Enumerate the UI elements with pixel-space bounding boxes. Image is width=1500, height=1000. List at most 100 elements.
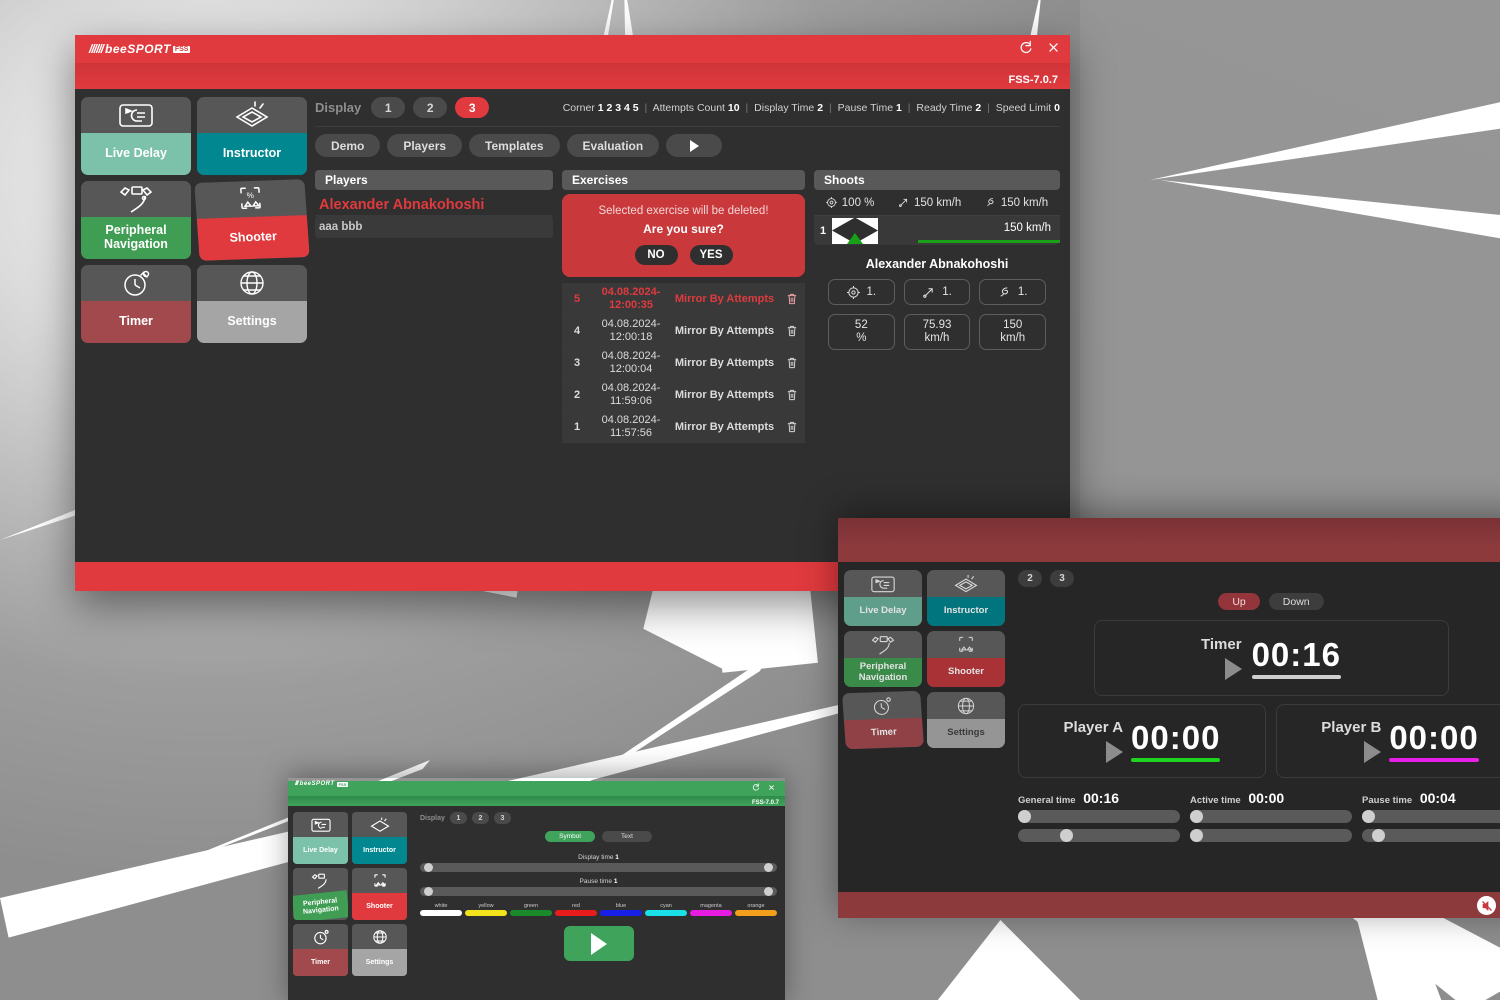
- direction-down-button[interactable]: Down: [1268, 593, 1324, 610]
- slider-knob[interactable]: [1371, 829, 1385, 842]
- play-icon[interactable]: [1224, 658, 1242, 680]
- sidebar-item-instructor[interactable]: Instructor: [352, 812, 407, 864]
- slider-knob[interactable]: [1362, 810, 1375, 823]
- svg-text:%: %: [246, 191, 254, 200]
- table-row[interactable]: 5 04.08.2024-12:00:35 Mirror By Attempts: [562, 283, 805, 315]
- play-icon[interactable]: [1106, 741, 1124, 763]
- display-time-slider[interactable]: [420, 863, 777, 872]
- sidebar-item-settings[interactable]: Settings: [927, 692, 1005, 748]
- direction-up-button[interactable]: Up: [1218, 593, 1260, 610]
- delete-exercise-button[interactable]: [779, 389, 805, 401]
- main-timer-box[interactable]: Timer 00:16: [1093, 620, 1449, 696]
- color-swatch-yellow[interactable]: yellow: [465, 903, 507, 916]
- logo-superscript: FSS: [336, 781, 349, 787]
- delete-exercise-button[interactable]: [779, 421, 805, 433]
- tab-players[interactable]: Players: [387, 134, 463, 157]
- pause-time-track-top[interactable]: [1362, 810, 1500, 823]
- sidebar-item-shooter[interactable]: % Shooter: [194, 179, 310, 261]
- tab-evaluation[interactable]: Evaluation: [566, 134, 660, 157]
- sidebar-item-live-delay[interactable]: Live Delay: [81, 97, 191, 175]
- tab-templates[interactable]: Templates: [469, 134, 560, 157]
- close-icon[interactable]: [768, 784, 775, 791]
- slider-knob[interactable]: [1060, 829, 1074, 842]
- confirm-no-button[interactable]: NO: [634, 245, 678, 265]
- table-row[interactable]: 3 04.08.2024-12:00:04 Mirror By Attempts: [562, 347, 805, 379]
- table-row[interactable]: 1 04.08.2024-11:57:56 Mirror By Attempts: [562, 411, 805, 443]
- exercise-type: Mirror By Attempts: [674, 420, 775, 433]
- close-icon[interactable]: [1047, 41, 1060, 54]
- timer-tab-3[interactable]: 3: [1050, 570, 1074, 587]
- tab-demo[interactable]: Demo: [315, 134, 381, 157]
- color-swatch-orange[interactable]: orange: [735, 903, 777, 916]
- sidebar-item-shooter[interactable]: Shooter: [927, 631, 1005, 687]
- main-body: Live Delay Instructor Peripheral Navigat…: [75, 89, 1070, 562]
- sidebar-item-settings[interactable]: Settings: [352, 924, 407, 976]
- sidebar-item-peripheral-navigation[interactable]: Peripheral Navigation: [293, 868, 348, 920]
- slider-knob[interactable]: [764, 887, 774, 896]
- sidebar-item-timer[interactable]: Timer: [293, 924, 348, 976]
- sidebar-item-settings[interactable]: Settings: [197, 265, 307, 343]
- sidebar-item-label: Settings: [927, 719, 1005, 748]
- sidebar-item-timer[interactable]: Timer: [81, 265, 191, 343]
- play-icon[interactable]: [1364, 741, 1382, 763]
- general-time-track-bottom[interactable]: [1018, 829, 1180, 842]
- logo-superscript: FSS: [172, 45, 191, 53]
- rank-chip-speed: 1.: [903, 279, 971, 305]
- mode-text-button[interactable]: Text: [602, 831, 652, 842]
- exercise-number: 3: [573, 356, 581, 369]
- color-swatch-green[interactable]: green: [510, 903, 552, 916]
- timer-tab-2[interactable]: 2: [1018, 570, 1042, 587]
- display-option-2[interactable]: 2: [471, 812, 489, 824]
- refresh-icon[interactable]: [1019, 40, 1033, 54]
- confirm-yes-button[interactable]: YES: [689, 245, 733, 265]
- pause-time-track-bottom[interactable]: [1362, 829, 1500, 842]
- refresh-icon[interactable]: [752, 783, 760, 791]
- sidebar-item-shooter[interactable]: Shooter: [352, 868, 407, 920]
- list-item[interactable]: Alexander Abnakohoshi: [315, 194, 553, 216]
- delete-exercise-button[interactable]: [779, 357, 805, 369]
- color-swatch-blue[interactable]: blue: [600, 903, 642, 916]
- table-row[interactable]: 2 04.08.2024-11:59:06 Mirror By Attempts: [562, 379, 805, 411]
- display-option-1[interactable]: 1: [449, 812, 467, 824]
- player-a-timer-box[interactable]: Player A 00:00: [1018, 704, 1266, 778]
- sidebar-item-instructor[interactable]: Instructor: [927, 570, 1005, 626]
- table-row[interactable]: 4 04.08.2024-12:00:18 Mirror By Attempts: [562, 315, 805, 347]
- sidebar-item-timer[interactable]: Timer: [842, 690, 924, 750]
- sound-muted-icon[interactable]: [1477, 896, 1496, 915]
- delete-exercise-button[interactable]: [779, 293, 805, 305]
- delete-confirm-dialog: Selected exercise will be deleted! Are y…: [562, 194, 805, 277]
- sidebar-item-peripheral-navigation[interactable]: Peripheral Navigation: [81, 181, 191, 259]
- color-bar: [690, 910, 732, 916]
- slider-knob[interactable]: [1018, 810, 1031, 823]
- display-option-3[interactable]: 3: [493, 812, 511, 824]
- mode-symbol-button[interactable]: Symbol: [545, 831, 595, 842]
- display-option-3[interactable]: 3: [455, 97, 490, 118]
- shot-row[interactable]: 1 150 km/h: [814, 216, 1060, 245]
- color-swatch-cyan[interactable]: cyan: [645, 903, 687, 916]
- display-option-2[interactable]: 2: [413, 97, 448, 118]
- play-icon: [689, 139, 699, 152]
- play-button[interactable]: [666, 134, 723, 157]
- active-time-track-top[interactable]: [1190, 810, 1352, 823]
- delete-exercise-button[interactable]: [779, 325, 805, 337]
- color-swatch-red[interactable]: red: [555, 903, 597, 916]
- general-time-track-top[interactable]: [1018, 810, 1180, 823]
- display-selector-row: Display 1 2 3 Corner 1 2 3 4 5 | Attempt…: [315, 97, 1060, 118]
- sidebar-item-live-delay[interactable]: Live Delay: [293, 812, 348, 864]
- slider-knob[interactable]: [1190, 810, 1203, 823]
- color-swatch-magenta[interactable]: magenta: [690, 903, 732, 916]
- list-item[interactable]: aaa bbb: [315, 216, 553, 238]
- green-play-button[interactable]: [563, 926, 634, 961]
- slider-knob[interactable]: [1190, 829, 1203, 842]
- sidebar-item-peripheral-navigation[interactable]: Peripheral Navigation: [844, 631, 922, 687]
- slider-knob[interactable]: [764, 863, 774, 872]
- slider-knob[interactable]: [423, 887, 433, 896]
- player-b-timer-box[interactable]: Player B 00:00: [1276, 704, 1500, 778]
- sidebar-item-instructor[interactable]: Instructor: [197, 97, 307, 175]
- slider-knob[interactable]: [423, 863, 433, 872]
- display-option-1[interactable]: 1: [371, 97, 406, 118]
- color-swatch-white[interactable]: white: [420, 903, 462, 916]
- sidebar-item-live-delay[interactable]: Live Delay: [844, 570, 922, 626]
- active-time-track-bottom[interactable]: [1190, 829, 1352, 842]
- pause-time-slider[interactable]: [420, 887, 777, 896]
